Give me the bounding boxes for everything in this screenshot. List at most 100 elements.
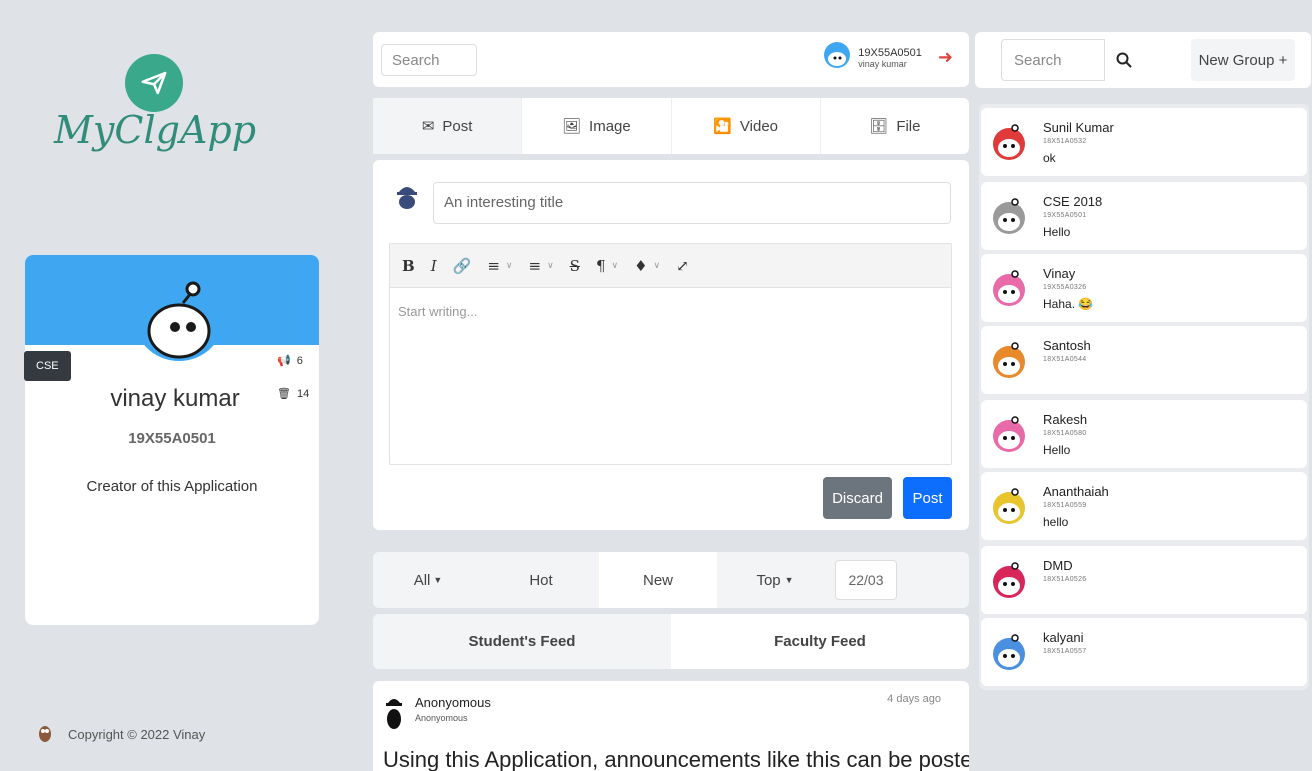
tab-image[interactable]: 🖼 Image [522,98,672,154]
filter-label: All [413,571,431,589]
user-chip[interactable]: 19X55A0501 vinay kumar ➜ [824,42,953,73]
filter-label: New [642,571,673,589]
file-image-icon: 🖼 [562,118,582,135]
rich-text-editor[interactable]: B I 🔗 ≡ ∨ ≡ ∨ S ¶ ∨ ♦ ∨ ⤢ Start writing... [389,243,952,465]
chat-list-item[interactable]: DMD 18X51A0526 [981,546,1307,614]
chat-list-item[interactable]: Ananthaiah 18X51A0559 hello [981,472,1307,540]
feed-filter-bar: All ▼ Hot New Top ▼ 22/03 [373,552,969,608]
editor-body[interactable]: Start writing... [390,288,951,335]
post-body: Using this Application, announcements li… [383,747,969,771]
announcements-stat: 📢 6 [277,354,303,368]
profile-card: CSE 📢 6 🗑 14 vinay kumar 19X55A0501 Crea… [24,255,319,625]
chat-list-item[interactable]: Rakesh 18X51A0580 Hello [981,400,1307,468]
post-type-tabs: ✉ Post 🖼 Image 🎦 Video 🗄 File [373,98,969,154]
chat-toolbar: Search New Group + [975,32,1311,88]
chat-search-input[interactable]: Search [1001,39,1105,81]
chevron-down-icon[interactable]: ∨ [506,261,513,271]
chat-list-item[interactable]: CSE 2018 19X55A0501 Hello [981,182,1307,250]
chevron-down-icon[interactable]: ∨ [654,261,661,271]
chevron-down-icon[interactable]: ∨ [611,261,618,271]
chat-list-item[interactable]: Sunil Kumar 18X51A0532 ok [981,108,1307,176]
stat-value: 6 [296,354,303,367]
filter-new[interactable]: New [599,552,717,608]
avatar [989,632,1029,672]
chat-id: 18X51A0580 [1043,430,1087,437]
anonymous-icon [385,695,403,734]
tab-faculty-feed[interactable]: Faculty Feed [671,614,969,669]
chat-list-item[interactable]: Vinay 19X55A0326 Haha. 😂 [981,254,1307,322]
bold-icon[interactable]: B [402,257,415,275]
file-video-icon: 🎦 [713,118,732,135]
tab-label: File [896,117,921,135]
caret-down-icon: ▼ [433,575,443,585]
tab-video[interactable]: 🎦 Video [672,98,821,154]
filter-label: Top [756,571,781,589]
ordered-list-icon[interactable]: ≡ [487,257,500,275]
italic-icon[interactable]: I [431,257,437,275]
post-author[interactable]: Anonyomous [415,695,491,710]
bullet-list-icon[interactable]: ≡ [528,257,541,275]
tab-post[interactable]: ✉ Post [373,98,523,154]
filter-top[interactable]: Top ▼ [717,552,833,608]
copyright-text: Copyright © 2022 Vinay [68,727,206,742]
chat-last-message: hello [1043,515,1069,529]
profile-bio: Creator of this Application [86,478,258,495]
chat-name: kalyani [1043,630,1084,645]
avatar [989,340,1029,380]
chat-id: 19X55A0501 [1043,212,1087,219]
user-name: vinay kumar [858,58,907,69]
search-input[interactable]: Search [381,44,477,76]
chat-name: Rakesh [1043,412,1088,427]
chat-last-message: Hello [1043,443,1071,457]
paragraph-icon[interactable]: ¶ [596,257,606,275]
chat-list: Sunil Kumar 18X51A0532 ok CSE 2018 19X55A050… [979,104,1309,690]
tab-file[interactable]: 🗄 File [821,98,969,154]
chat-last-message: ok [1043,151,1056,165]
color-drop-icon[interactable]: ♦ [634,257,647,275]
user-id: 19X55A0501 [858,46,922,59]
discard-button[interactable]: Discard [823,477,892,519]
chat-id: 18X51A0544 [1043,356,1087,363]
app-logo[interactable]: MyClgApp [40,50,300,160]
stat-value: 14 [296,387,310,400]
avatar [989,122,1029,162]
chat-name: Vinay [1043,266,1076,281]
feed-tabs: Student's Feed Faculty Feed [373,614,969,669]
chat-name: Sunil Kumar [1043,120,1114,135]
fullscreen-icon[interactable]: ⤢ [676,257,689,275]
tab-students-feed[interactable]: Student's Feed [373,614,671,669]
anonymous-icon [395,182,419,215]
post-composer: An interesting title B I 🔗 ≡ ∨ ≡ ∨ S ¶ ∨ ♦ ∨… [373,160,969,530]
title-input[interactable]: An interesting title [433,182,951,224]
avatar [989,414,1029,454]
chat-list-item[interactable]: kalyani 18X51A0557 [981,618,1307,686]
tab-label: Image [589,117,631,135]
link-icon[interactable]: 🔗 [453,257,472,275]
new-group-button[interactable]: New Group + [1191,39,1295,81]
avatar [989,560,1029,600]
megaphone-icon: 📢 [277,355,291,367]
department-badge: CSE [24,351,71,381]
post-button[interactable]: Post [903,477,952,519]
strikethrough-icon[interactable]: S [570,257,580,275]
avatar [989,268,1029,308]
chat-name: CSE 2018 [1043,194,1103,209]
avatar [133,269,225,361]
top-bar: Search 19X55A0501 vinay kumar ➜ [373,32,969,87]
avatar [989,486,1029,526]
chat-id: 19X55A0326 [1043,284,1087,291]
date-input[interactable]: 22/03 [835,560,897,600]
chat-list-item[interactable]: Santosh 18X51A0544 [981,326,1307,394]
filter-hot[interactable]: Hot [483,552,599,608]
owl-icon [38,724,52,745]
editor-toolbar: B I 🔗 ≡ ∨ ≡ ∨ S ¶ ∨ ♦ ∨ ⤢ [390,244,951,288]
logout-icon[interactable]: ➜ [938,47,953,68]
search-icon[interactable] [1105,39,1143,81]
tab-label: Post [442,117,473,135]
file-icon: 🗄 [869,118,889,135]
filter-all[interactable]: All ▼ [373,552,483,608]
chat-last-message: Hello [1043,225,1071,239]
chevron-down-icon[interactable]: ∨ [547,261,554,271]
chat-id: 18X51A0559 [1043,502,1087,509]
envelope-icon: ✉ [421,118,435,135]
